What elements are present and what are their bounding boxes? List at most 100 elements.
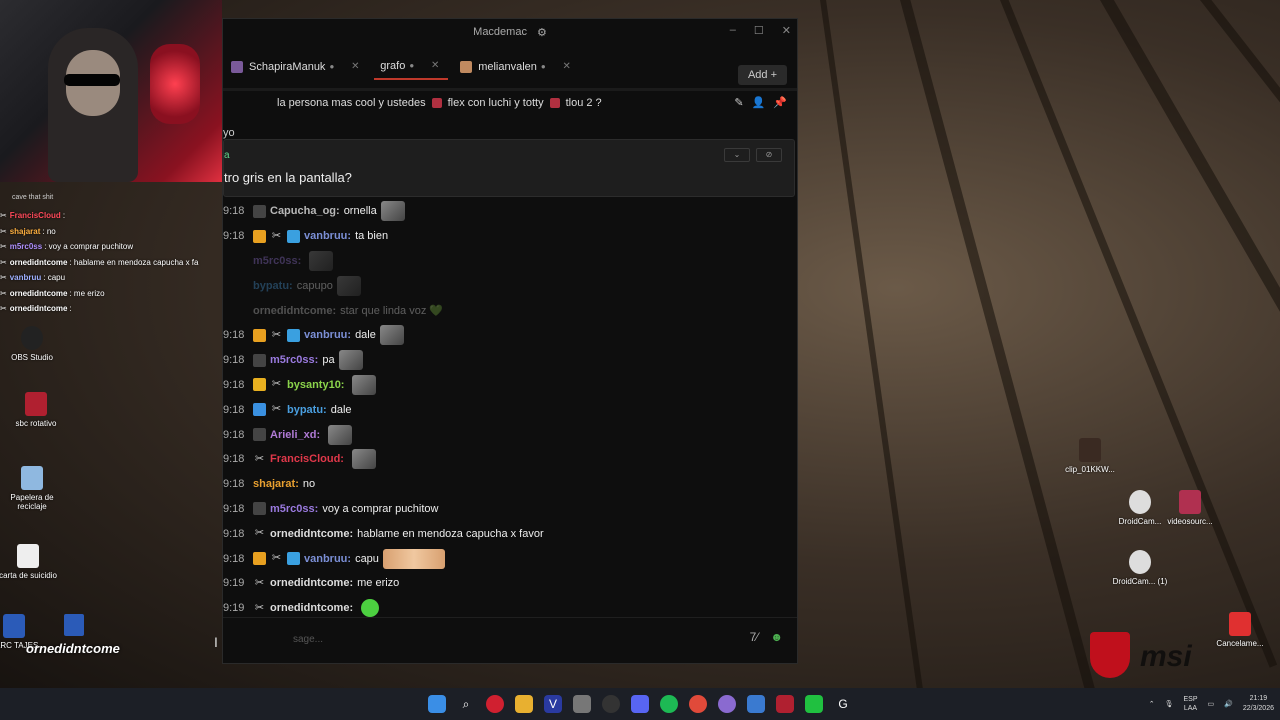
chat-message[interactable]: 9:18 m5rc0ss: pa: [223, 348, 793, 373]
mic-badge-icon[interactable]: [253, 502, 266, 516]
tab-melianvalen[interactable]: melianvalen ● ✕: [454, 54, 580, 80]
chevron-up-icon[interactable]: ⌃: [1149, 700, 1155, 708]
desktop-icon-sbc[interactable]: sbc rotativo: [4, 392, 68, 428]
close-button[interactable]: ✕: [782, 24, 791, 37]
moderator-badge-icon[interactable]: ✂: [253, 527, 266, 540]
moderator-badge-icon[interactable]: ✂: [253, 602, 266, 615]
chrome-icon[interactable]: [689, 695, 707, 713]
gear-icon[interactable]: ⚙: [537, 26, 547, 39]
chat-message[interactable]: 9:18 m5rc0ss: voy a comprar puchitow: [223, 497, 793, 522]
chat-message[interactable]: 9:18 Capucha_og: ornella: [223, 199, 793, 224]
file-explorer-icon[interactable]: [515, 695, 533, 713]
tab-close-icon[interactable]: ✕: [348, 61, 362, 72]
message-username[interactable]: ornedidntcome:: [270, 577, 353, 589]
message-username[interactable]: vanbruu:: [304, 230, 351, 242]
chat-message[interactable]: 9:18 ✂ ornedidntcome: hablame en mendoza ca…: [223, 521, 793, 546]
message-username[interactable]: shajarat:: [253, 478, 299, 490]
translate-icon[interactable]: 7⁄: [750, 630, 759, 644]
volume-icon[interactable]: 🔊: [1224, 700, 1233, 708]
chat-message[interactable]: 9:18 Arieli_xd:: [223, 422, 793, 447]
tab-close-icon[interactable]: ✕: [560, 61, 574, 72]
chat-window[interactable]: Macdemac ⚙ – ☐ ✕ SchapiraManuk ● ✕ grafo…: [222, 18, 798, 664]
crown-badge-icon[interactable]: [253, 378, 266, 392]
message-username[interactable]: bysanty10:: [287, 379, 344, 391]
spotify-icon[interactable]: [660, 695, 678, 713]
desktop-icon-clip[interactable]: clip_01KKW...: [1058, 438, 1122, 474]
word-doc-icon-2[interactable]: [64, 614, 84, 636]
chat-message[interactable]: m5rc0ss:: [223, 249, 793, 274]
windows-start-icon[interactable]: [428, 695, 446, 713]
chat-message[interactable]: 9:18 ✂ vanbruu: ta bien: [223, 224, 793, 249]
mic-badge-icon[interactable]: [253, 204, 266, 218]
user-icon[interactable]: 👤: [752, 96, 766, 109]
message-username[interactable]: ornedidntcome:: [270, 528, 353, 540]
discord-icon[interactable]: [631, 695, 649, 713]
desktop-icon-obs[interactable]: OBS Studio: [0, 326, 64, 362]
moderator-badge-icon[interactable]: ✂: [253, 453, 266, 466]
mic-icon[interactable]: 🎙: [1165, 700, 1174, 708]
title-bar[interactable]: Macdemac ⚙ – ☐ ✕: [223, 19, 797, 45]
photos-icon[interactable]: [747, 695, 765, 713]
chat-message[interactable]: 9:18 ✂ FrancisCloud:: [223, 447, 793, 472]
cube-badge-icon[interactable]: [287, 552, 300, 566]
app-badge-icon[interactable]: [776, 695, 794, 713]
v-app-icon[interactable]: V: [544, 695, 562, 713]
gold-badge-icon[interactable]: [253, 328, 266, 342]
maximize-button[interactable]: ☐: [754, 24, 764, 37]
message-username[interactable]: m5rc0ss:: [270, 354, 318, 366]
desktop-icon-pdf[interactable]: Cancelame...: [1208, 612, 1272, 648]
tab-close-icon[interactable]: ✕: [428, 60, 442, 71]
message-username[interactable]: ornedidntcome:: [253, 305, 336, 317]
unpin-icon[interactable]: ⊘: [756, 148, 782, 162]
chevron-down-icon[interactable]: ⌄: [724, 148, 750, 162]
prime-badge-icon[interactable]: [253, 403, 266, 417]
chat-message[interactable]: ornedidntcome: star que linda voz 💚: [223, 298, 793, 323]
message-username[interactable]: m5rc0ss:: [270, 503, 318, 515]
desktop-icon-recycle-bin[interactable]: Papelera de reciclaje: [0, 466, 64, 511]
message-username[interactable]: Capucha_og:: [270, 205, 340, 217]
chat-message[interactable]: 9:18 shajarat: no: [223, 472, 793, 497]
mic-badge-icon[interactable]: [253, 353, 266, 367]
message-input[interactable]: sage...: [293, 634, 323, 645]
obs-taskbar-icon[interactable]: [602, 695, 620, 713]
app-red-icon[interactable]: [486, 695, 504, 713]
chat-message[interactable]: 9:19 ✂ ornedidntcome: me erizo: [223, 571, 793, 596]
minimize-button[interactable]: –: [730, 24, 736, 37]
moderator-badge-icon[interactable]: ✂: [270, 329, 283, 342]
tab-schapiramanuk[interactable]: SchapiraManuk ● ✕: [225, 54, 368, 80]
message-username[interactable]: Arieli_xd:: [270, 429, 320, 441]
chat-message[interactable]: bypatu: capupo: [223, 273, 793, 298]
tab-grafo[interactable]: grafo ● ✕: [374, 54, 449, 80]
chat-message[interactable]: 9:18 ✂ vanbruu: capu: [223, 546, 793, 571]
browser-icon[interactable]: [718, 695, 736, 713]
message-username[interactable]: m5rc0ss:: [253, 255, 301, 267]
message-username[interactable]: bypatu:: [253, 280, 293, 292]
gold-badge-icon[interactable]: [253, 229, 266, 243]
desktop-icon-droidcam-1[interactable]: DroidCam... (1): [1108, 550, 1172, 586]
add-tab-button[interactable]: Add +: [737, 65, 787, 85]
emote-picker-icon[interactable]: ☻: [770, 630, 783, 644]
archive-icon[interactable]: [573, 695, 591, 713]
desktop-icon-text-file[interactable]: carta de suicidio: [0, 544, 60, 580]
cube-badge-icon[interactable]: [287, 229, 300, 243]
message-username[interactable]: FrancisCloud:: [270, 453, 344, 465]
mic-badge-icon[interactable]: [253, 428, 266, 442]
search-icon[interactable]: ⌕: [457, 695, 475, 713]
moderator-badge-icon[interactable]: ✂: [270, 552, 283, 565]
chatterino-icon[interactable]: [805, 695, 823, 713]
pin-icon[interactable]: 📌: [773, 96, 787, 109]
language-indicator[interactable]: ESP LAA: [1183, 695, 1197, 713]
clock[interactable]: 21:19 22/3/2026: [1243, 694, 1274, 714]
message-username[interactable]: vanbruu:: [304, 553, 351, 565]
g-app-icon[interactable]: G: [834, 695, 852, 713]
moderator-badge-icon[interactable]: ✂: [270, 230, 283, 243]
message-username[interactable]: bypatu:: [287, 404, 327, 416]
display-icon[interactable]: ▭: [1208, 700, 1215, 708]
moderator-badge-icon[interactable]: ✂: [270, 378, 283, 391]
cube-badge-icon[interactable]: [287, 328, 300, 342]
chat-message[interactable]: 9:18 ✂ bypatu: dale: [223, 397, 793, 422]
moderator-badge-icon[interactable]: ✂: [270, 403, 283, 416]
chat-message[interactable]: 9:18 ✂ vanbruu: dale: [223, 323, 793, 348]
pencil-icon[interactable]: ✎: [734, 96, 743, 109]
desktop-icon-videosource[interactable]: videosourc...: [1158, 490, 1222, 526]
